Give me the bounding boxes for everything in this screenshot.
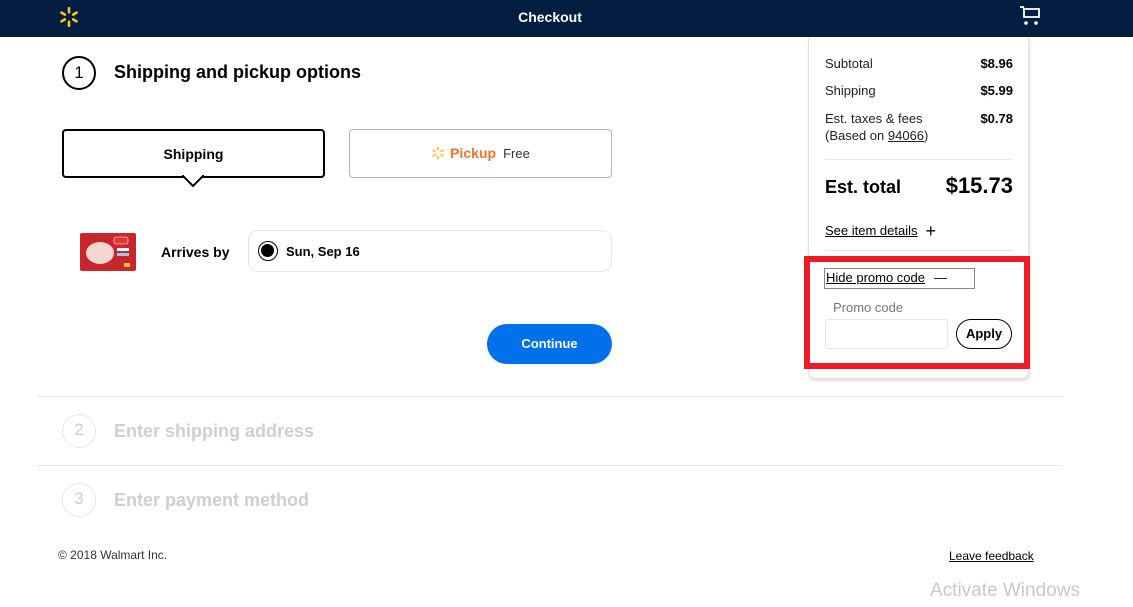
leave-feedback-link[interactable]: Leave feedback xyxy=(949,549,1034,563)
product-thumbnail xyxy=(80,233,136,271)
plus-icon: + xyxy=(925,221,937,241)
pickup-option-button[interactable]: Pickup Free xyxy=(349,129,612,178)
taxes-row: Est. taxes & fees (Based on 94066) $0.78 xyxy=(825,110,1013,144)
step-number-badge: 1 xyxy=(62,56,96,90)
shipping-option-button[interactable]: Shipping xyxy=(62,129,325,187)
activate-windows-watermark: Activate Windows xyxy=(930,580,1080,601)
shipping-label: Shipping xyxy=(825,83,876,98)
shipping-option-label: Shipping xyxy=(163,146,224,162)
copyright-text: © 2018 Walmart Inc. xyxy=(58,548,168,562)
taxes-value: $0.78 xyxy=(980,111,1013,126)
divider xyxy=(37,396,1062,397)
promo-code-input[interactable] xyxy=(825,319,948,349)
step-number-badge: 2 xyxy=(62,414,96,448)
hide-promo-code-toggle[interactable]: Hide promo code — xyxy=(824,268,975,289)
cart-icon[interactable] xyxy=(1018,5,1042,27)
arrives-by-label: Arrives by xyxy=(161,244,230,260)
subtotal-value: $8.96 xyxy=(980,56,1013,71)
radio-selected-icon[interactable] xyxy=(258,241,278,261)
walmart-spark-icon xyxy=(432,146,444,160)
step-title: Enter shipping address xyxy=(114,421,315,441)
continue-button[interactable]: Continue xyxy=(487,324,612,364)
divider xyxy=(37,465,1062,466)
taxes-based-suffix: ) xyxy=(924,128,929,143)
pickup-price: Free xyxy=(503,146,530,161)
divider xyxy=(825,159,1013,160)
see-item-details-toggle[interactable]: See item details + xyxy=(825,221,936,242)
step-title: Enter payment method xyxy=(114,490,310,510)
step-title: Shipping and pickup options xyxy=(114,62,361,82)
delivery-date-label: Sun, Sep 16 xyxy=(286,244,360,259)
minus-icon: — xyxy=(934,270,947,285)
total-value: $15.73 xyxy=(945,173,1013,198)
page-title: Checkout xyxy=(518,9,582,25)
delivery-date-option[interactable]: Sun, Sep 16 xyxy=(248,230,612,272)
pickup-option-label: Pickup xyxy=(450,145,497,161)
hide-promo-code-label: Hide promo code xyxy=(826,270,925,285)
taxes-based-prefix: (Based on xyxy=(825,128,888,143)
promo-code-label: Promo code xyxy=(833,300,904,315)
apply-promo-button[interactable]: Apply xyxy=(956,319,1012,349)
total-label: Est. total xyxy=(825,177,902,197)
selected-caret-icon xyxy=(182,175,204,187)
shipping-value: $5.99 xyxy=(980,83,1013,98)
shipping-row: Shipping $5.99 xyxy=(825,83,1013,98)
subtotal-row: Subtotal $8.96 xyxy=(825,56,1013,71)
taxes-label: Est. taxes & fees xyxy=(825,111,923,126)
step-number-badge: 3 xyxy=(62,483,96,517)
subtotal-label: Subtotal xyxy=(825,56,873,71)
top-nav-bar: Checkout xyxy=(0,0,1133,37)
see-item-details-label: See item details xyxy=(825,223,918,238)
divider xyxy=(825,250,1013,251)
zip-code-link[interactable]: 94066 xyxy=(888,128,924,143)
